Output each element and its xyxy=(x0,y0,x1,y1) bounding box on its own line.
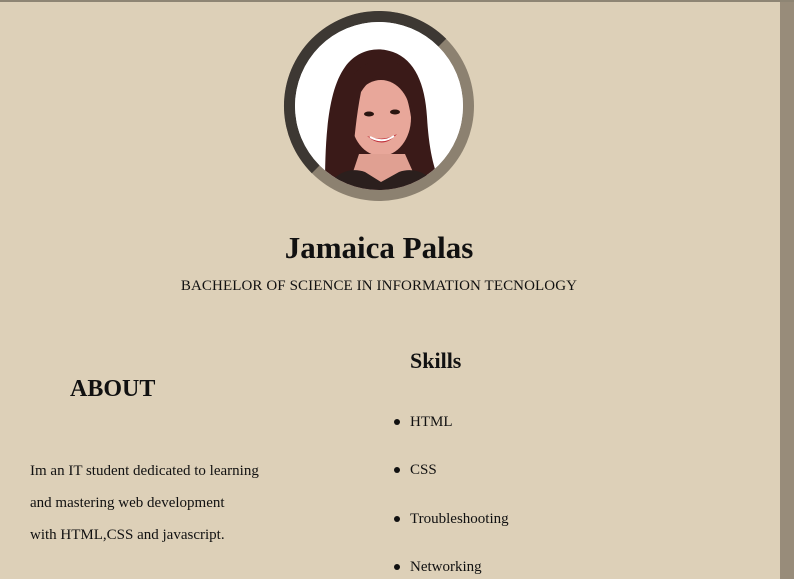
skill-label: CSS xyxy=(410,462,437,479)
about-paragraph: Im an IT student dedicated to learning a… xyxy=(30,455,360,551)
portfolio-page: Jamaica Palas BACHELOR OF SCIENCE IN INF… xyxy=(0,0,794,579)
profile-picture-frame xyxy=(279,6,479,206)
bullet-icon xyxy=(394,515,400,522)
skill-label: HTML xyxy=(410,414,453,430)
skill-item: Networking xyxy=(394,553,509,579)
profile-name: Jamaica Palas xyxy=(284,230,474,265)
skills-list: HTML CSS Troubleshooting Networking xyxy=(394,408,509,579)
skill-label: Networking xyxy=(410,558,482,575)
skill-label: Troubleshooting xyxy=(410,510,509,527)
vertical-scrollbar[interactable] xyxy=(780,2,794,579)
skill-item: HTML xyxy=(394,408,509,456)
bullet-icon xyxy=(394,467,400,474)
bullet-icon xyxy=(394,563,400,570)
profile-degree: BACHELOR OF SCIENCE IN INFORMATION TECNO… xyxy=(180,278,578,294)
skills-heading: Skills xyxy=(410,348,462,373)
about-line: and mastering web development xyxy=(30,495,225,511)
about-line: with HTML,CSS and javascript. xyxy=(30,527,225,543)
skill-item: Troubleshooting xyxy=(394,505,509,553)
bullet-icon xyxy=(394,419,400,425)
skill-item: CSS xyxy=(394,456,509,504)
person-avatar-icon xyxy=(295,22,463,190)
profile-photo xyxy=(295,22,463,190)
about-heading: ABOUT xyxy=(70,376,156,402)
about-line: Im an IT student dedicated to learning xyxy=(30,463,259,479)
